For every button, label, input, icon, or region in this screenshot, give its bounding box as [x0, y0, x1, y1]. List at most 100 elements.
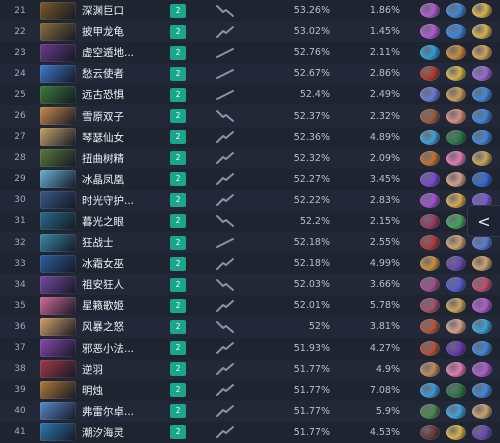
champion-avatar[interactable]	[40, 107, 76, 126]
counter-champion-icon[interactable]	[472, 235, 492, 251]
collapse-panel-button[interactable]: <	[467, 205, 500, 237]
counter-champion-icon[interactable]	[420, 45, 440, 61]
champion-name[interactable]: 逆羽	[82, 362, 168, 377]
champion-name[interactable]: 雪原双子	[82, 109, 168, 124]
counter-champion-icon[interactable]	[420, 192, 440, 208]
table-row[interactable]: 27 琴瑟仙女 2 52.36% 4.89%	[0, 126, 500, 148]
counter-champion-icon[interactable]	[446, 298, 466, 314]
champion-avatar[interactable]	[40, 1, 76, 20]
table-row[interactable]: 32 狂战士 2 52.18% 2.55%	[0, 232, 500, 254]
counter-champion-icon[interactable]	[420, 298, 440, 314]
counter-champion-icon[interactable]	[472, 45, 492, 61]
champion-name[interactable]: 琴瑟仙女	[82, 130, 168, 145]
counter-champion-icon[interactable]	[420, 87, 440, 103]
champion-avatar[interactable]	[40, 212, 76, 231]
counter-champion-icon[interactable]	[420, 361, 440, 377]
counter-champion-icon[interactable]	[420, 3, 440, 19]
counter-champion-icon[interactable]	[446, 319, 466, 335]
counter-champion-icon[interactable]	[446, 87, 466, 103]
table-row[interactable]: 23 虚空遁地... 2 52.76% 2.11%	[0, 42, 500, 64]
champion-name[interactable]: 祖安狂人	[82, 277, 168, 292]
counter-champion-icon[interactable]	[420, 340, 440, 356]
table-row[interactable]: 21 深渊巨口 2 53.26% 1.86%	[0, 0, 500, 22]
champion-name[interactable]: 狂战士	[82, 235, 168, 250]
counter-champion-icon[interactable]	[446, 340, 466, 356]
counter-champion-icon[interactable]	[420, 256, 440, 272]
counter-champion-icon[interactable]	[472, 171, 492, 187]
counter-champion-icon[interactable]	[420, 129, 440, 145]
champion-avatar[interactable]	[40, 22, 76, 41]
champion-name[interactable]: 潮汐海灵	[82, 425, 168, 440]
champion-avatar[interactable]	[40, 317, 76, 336]
champion-avatar[interactable]	[40, 402, 76, 421]
champion-avatar[interactable]	[40, 191, 76, 210]
champion-avatar[interactable]	[40, 254, 76, 273]
champion-avatar[interactable]	[40, 64, 76, 83]
counter-champion-icon[interactable]	[472, 277, 492, 293]
champion-name[interactable]: 明烛	[82, 383, 168, 398]
champion-name[interactable]: 暮光之眼	[82, 214, 168, 229]
counter-champion-icon[interactable]	[420, 319, 440, 335]
champion-name[interactable]: 邪恶小法...	[82, 341, 168, 356]
counter-champion-icon[interactable]	[420, 171, 440, 187]
counter-champion-icon[interactable]	[446, 129, 466, 145]
champion-name[interactable]: 冰霜女巫	[82, 256, 168, 271]
counter-champion-icon[interactable]	[472, 424, 492, 440]
champion-name[interactable]: 愁云使者	[82, 66, 168, 81]
counter-champion-icon[interactable]	[472, 24, 492, 40]
counter-champion-icon[interactable]	[420, 424, 440, 440]
counter-champion-icon[interactable]	[420, 66, 440, 82]
counter-champion-icon[interactable]	[446, 66, 466, 82]
counter-champion-icon[interactable]	[472, 298, 492, 314]
champion-name[interactable]: 星籁歌姬	[82, 298, 168, 313]
table-row[interactable]: 39 明烛 2 51.77% 7.08%	[0, 379, 500, 401]
counter-champion-icon[interactable]	[446, 3, 466, 19]
champion-avatar[interactable]	[40, 149, 76, 168]
counter-champion-icon[interactable]	[420, 150, 440, 166]
table-row[interactable]: 30 时光守护... 2 52.22% 2.83%	[0, 189, 500, 211]
champion-name[interactable]: 时光守护...	[82, 193, 168, 208]
champion-name[interactable]: 深渊巨口	[82, 3, 168, 18]
counter-champion-icon[interactable]	[446, 108, 466, 124]
table-row[interactable]: 36 风暴之怒 2 52% 3.81%	[0, 316, 500, 338]
counter-champion-icon[interactable]	[420, 382, 440, 398]
counter-champion-icon[interactable]	[472, 361, 492, 377]
champion-avatar[interactable]	[40, 128, 76, 147]
champion-avatar[interactable]	[40, 339, 76, 358]
champion-avatar[interactable]	[40, 85, 76, 104]
counter-champion-icon[interactable]	[420, 277, 440, 293]
counter-champion-icon[interactable]	[420, 108, 440, 124]
counter-champion-icon[interactable]	[446, 192, 466, 208]
counter-champion-icon[interactable]	[472, 382, 492, 398]
counter-champion-icon[interactable]	[420, 24, 440, 40]
table-row[interactable]: 26 雪原双子 2 52.37% 2.32%	[0, 105, 500, 127]
counter-champion-icon[interactable]	[446, 235, 466, 251]
champion-avatar[interactable]	[40, 275, 76, 294]
counter-champion-icon[interactable]	[446, 403, 466, 419]
champion-name[interactable]: 风暴之怒	[82, 319, 168, 334]
champion-name[interactable]: 弗雷尔卓...	[82, 404, 168, 419]
counter-champion-icon[interactable]	[472, 256, 492, 272]
champion-avatar[interactable]	[40, 423, 76, 442]
champion-name[interactable]: 远古恐惧	[82, 87, 168, 102]
table-row[interactable]: 40 弗雷尔卓... 2 51.77% 5.9%	[0, 400, 500, 422]
champion-avatar[interactable]	[40, 296, 76, 315]
table-row[interactable]: 33 冰霜女巫 2 52.18% 4.99%	[0, 253, 500, 275]
table-row[interactable]: 25 远古恐惧 2 52.4% 2.49%	[0, 84, 500, 106]
counter-champion-icon[interactable]	[446, 361, 466, 377]
table-row[interactable]: 29 冰晶凤凰 2 52.27% 3.45%	[0, 168, 500, 190]
counter-champion-icon[interactable]	[420, 213, 440, 229]
champion-name[interactable]: 扭曲树精	[82, 151, 168, 166]
counter-champion-icon[interactable]	[446, 277, 466, 293]
counter-champion-icon[interactable]	[472, 87, 492, 103]
champion-avatar[interactable]	[40, 360, 76, 379]
champion-avatar[interactable]	[40, 43, 76, 62]
counter-champion-icon[interactable]	[420, 403, 440, 419]
counter-champion-icon[interactable]	[446, 382, 466, 398]
champion-avatar[interactable]	[40, 233, 76, 252]
counter-champion-icon[interactable]	[446, 45, 466, 61]
table-row[interactable]: 31 暮光之眼 2 52.2% 2.15%	[0, 210, 500, 233]
table-row[interactable]: 37 邪恶小法... 2 51.93% 4.27%	[0, 337, 500, 359]
table-row[interactable]: 22 披甲龙龟 2 53.02% 1.45%	[0, 21, 500, 43]
table-row[interactable]: 34 祖安狂人 2 52.03% 3.66%	[0, 274, 500, 296]
